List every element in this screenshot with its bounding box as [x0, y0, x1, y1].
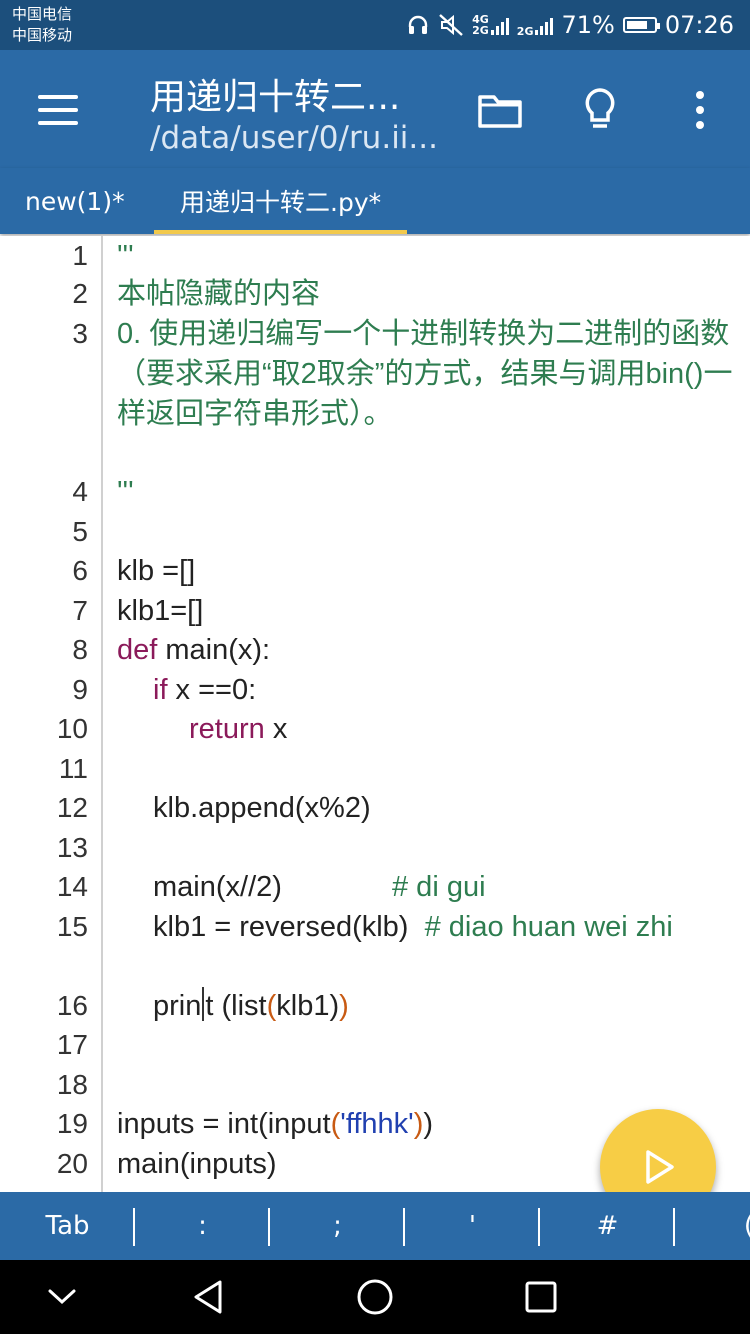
back-triangle-icon: [194, 1280, 222, 1314]
lightbulb-icon: [585, 88, 615, 128]
carrier-info: 中国电信 中国移动: [12, 4, 72, 46]
app-bar: 用递归十转二... /data/user/0/ru.ii...: [0, 50, 750, 168]
more-vertical-icon: [696, 91, 704, 129]
carrier-1: 中国电信: [12, 5, 73, 23]
battery-percent: 71%: [561, 11, 615, 39]
symbol-key-semicolon[interactable]: ;: [270, 1192, 405, 1260]
chevron-down-icon: [48, 1289, 76, 1305]
file-path: /data/user/0/ru.ii...: [150, 120, 438, 156]
network-type-label-2: 2G: [516, 24, 534, 38]
home-button[interactable]: [350, 1272, 400, 1322]
signal-icon: [490, 15, 509, 35]
gutter-divider: [101, 236, 103, 1192]
home-circle-icon: [357, 1279, 393, 1315]
symbol-bar: Tab : ; ' # (: [0, 1192, 750, 1260]
carrier-2: 中国移动: [12, 26, 73, 44]
battery-icon: [622, 17, 660, 33]
symbol-key-hash[interactable]: #: [540, 1192, 675, 1260]
file-title: 用递归十转二...: [150, 77, 401, 118]
tab-new1[interactable]: new(1)*: [25, 168, 125, 234]
signal-icon-2: [535, 15, 554, 35]
hint-button[interactable]: [570, 80, 630, 140]
symbol-key-colon[interactable]: :: [135, 1192, 270, 1260]
clock: 07:26: [664, 11, 734, 39]
symbol-key-tab[interactable]: Tab: [0, 1192, 135, 1260]
play-icon: [646, 1150, 674, 1184]
status-bar: 中国电信 中国移动 4G 2G 2G 71% 07:26: [0, 0, 750, 50]
folder-icon: [478, 95, 522, 128]
status-icons: 4G 2G 2G 71% 07:26: [406, 0, 734, 50]
code-editor[interactable]: 1 ''' 2 本帖隐藏的内容 3 0. 使用递归编写一个十进制转换为二进制的函…: [0, 236, 750, 1192]
network-type-label: 4G 2G: [472, 13, 489, 37]
recents-button[interactable]: [516, 1272, 566, 1322]
symbol-key-paren[interactable]: (: [675, 1192, 750, 1260]
menu-button[interactable]: [38, 95, 78, 125]
recents-square-icon: [525, 1281, 557, 1313]
file-tabs: new(1)* 用递归十转二.py*: [0, 168, 750, 234]
back-button[interactable]: [183, 1272, 233, 1322]
tab-current-file[interactable]: 用递归十转二.py*: [154, 168, 408, 234]
more-options-button[interactable]: [670, 80, 730, 140]
hide-keyboard-button[interactable]: [37, 1272, 87, 1322]
symbol-key-quote[interactable]: ': [405, 1192, 540, 1260]
mute-icon: [439, 14, 463, 36]
headphones-icon: [408, 15, 428, 34]
hamburger-icon: [38, 95, 78, 99]
system-nav-bar: [0, 1260, 750, 1334]
open-folder-button[interactable]: [470, 80, 530, 140]
